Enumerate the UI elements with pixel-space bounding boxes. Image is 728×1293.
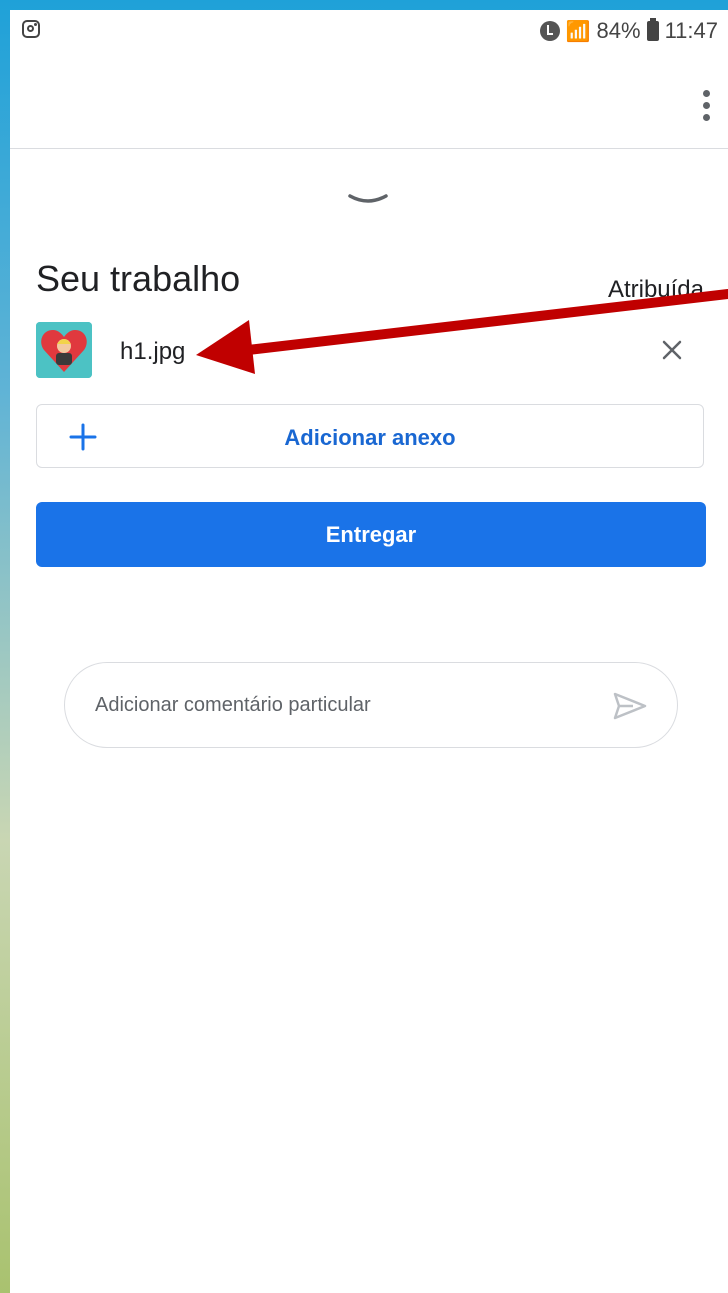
attachment-name: h1.jpg bbox=[120, 338, 186, 365]
instagram-icon bbox=[22, 20, 40, 38]
status-indicators: 📶 84% 11:47 bbox=[539, 18, 718, 44]
more-vert-icon[interactable] bbox=[700, 90, 712, 126]
battery-percent: 84% bbox=[596, 18, 641, 43]
attachment-item[interactable]: h1.jpg bbox=[36, 322, 704, 382]
submit-button[interactable]: Entregar bbox=[36, 502, 706, 567]
battery-icon bbox=[646, 18, 659, 41]
alarm-icon bbox=[539, 21, 560, 41]
private-comment-box bbox=[64, 662, 678, 748]
assignment-status: Atribuída bbox=[607, 276, 704, 303]
private-comment-input[interactable] bbox=[93, 693, 577, 718]
app-bar bbox=[10, 54, 728, 149]
send-icon[interactable] bbox=[613, 691, 647, 721]
attachment-thumbnail bbox=[36, 322, 92, 378]
add-attachment-button[interactable]: Adicionar anexo bbox=[36, 404, 704, 468]
section-title: Seu trabalho bbox=[36, 258, 241, 299]
chevron-down-icon[interactable] bbox=[348, 190, 388, 210]
clock: 11:47 bbox=[664, 18, 718, 43]
add-attachment-label: Adicionar anexo bbox=[284, 425, 456, 450]
close-icon[interactable] bbox=[658, 336, 686, 364]
wifi-icon: 📶 bbox=[565, 20, 591, 43]
status-bar: 📶 84% 11:47 bbox=[10, 10, 728, 54]
screen: 📶 84% 11:47 Seu trabalho Atribuída h1.jp… bbox=[10, 10, 728, 1293]
